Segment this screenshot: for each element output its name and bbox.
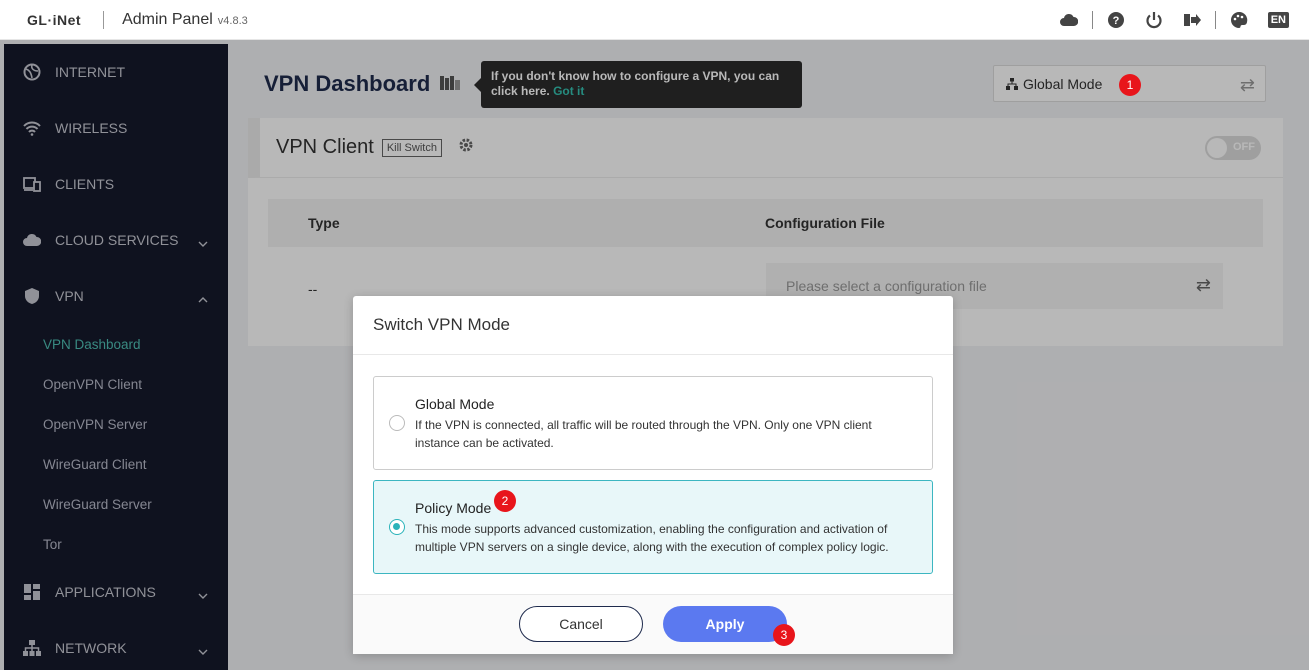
top-icons: ? EN	[1050, 0, 1289, 40]
apply-button[interactable]: Apply	[663, 606, 787, 642]
palette-icon[interactable]	[1230, 11, 1248, 29]
option-title: Global Mode	[415, 396, 495, 412]
step-marker-1: 1	[1119, 74, 1141, 96]
option-description: If the VPN is connected, all traffic wil…	[415, 418, 872, 450]
app-title: Admin Panel	[122, 10, 213, 28]
divider	[1091, 11, 1093, 29]
step-marker-3: 3	[773, 624, 795, 646]
dialog-title: Switch VPN Mode	[353, 296, 953, 355]
language-button[interactable]: EN	[1267, 12, 1289, 28]
option-title: Policy Mode	[415, 500, 492, 516]
switch-vpn-mode-dialog: Switch VPN Mode Global Mode If the VPN i…	[353, 296, 953, 654]
option-policy-mode[interactable]: Policy Mode This mode supports advanced …	[373, 480, 933, 574]
radio-policy-mode[interactable]	[389, 519, 405, 535]
svg-text:?: ?	[1112, 15, 1119, 27]
option-description: This mode supports advanced customizatio…	[415, 522, 889, 554]
top-bar: GL·iNet Admin Panel v4.8.3 ? EN	[0, 0, 1309, 40]
logout-icon[interactable]	[1183, 11, 1201, 29]
radio-global-mode[interactable]	[389, 415, 405, 431]
help-icon[interactable]: ?	[1107, 11, 1125, 29]
cancel-button[interactable]: Cancel	[519, 606, 643, 642]
option-global-mode[interactable]: Global Mode If the VPN is connected, all…	[373, 376, 933, 470]
power-icon[interactable]	[1145, 11, 1163, 29]
step-marker-2: 2	[494, 490, 516, 512]
cloud-icon[interactable]	[1059, 11, 1078, 29]
version-label: v4.8.3	[217, 15, 248, 27]
brand-logo[interactable]: GL·iNet	[27, 12, 81, 28]
dialog-footer: Cancel Apply	[353, 594, 953, 654]
divider	[1214, 11, 1216, 29]
divider	[103, 10, 105, 29]
